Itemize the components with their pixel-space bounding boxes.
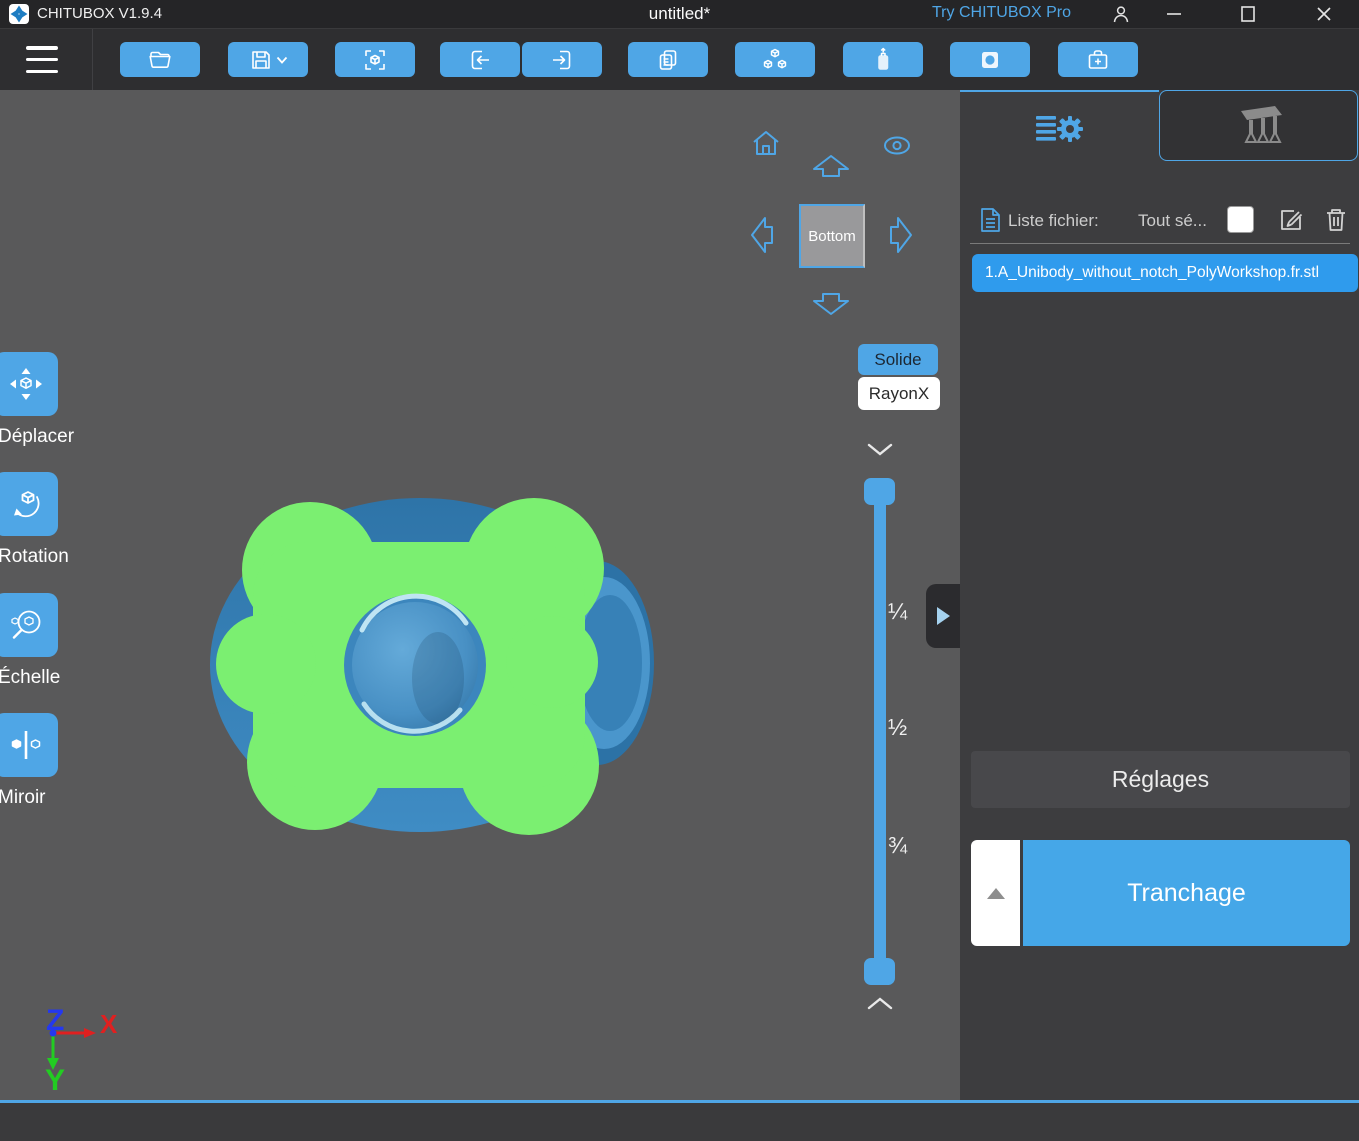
slice-expand-button[interactable] xyxy=(971,840,1020,946)
slice-expand-up-triangle-icon xyxy=(986,887,1005,899)
select-all-label: Tout sé... xyxy=(1138,211,1207,230)
axis-z-label: Z xyxy=(46,1004,64,1037)
rotate-icon xyxy=(7,485,45,523)
home-view-icon[interactable] xyxy=(751,130,781,156)
dig-hole-icon xyxy=(1085,47,1111,73)
capture-button[interactable] xyxy=(335,42,415,77)
slider-chevron-up-icon[interactable] xyxy=(866,996,894,1011)
capture-icon xyxy=(362,47,388,73)
rotate-up-arrow[interactable] xyxy=(812,154,850,178)
right-panel-tabs xyxy=(960,90,1359,165)
axis-gizmo: Z X Y xyxy=(45,1004,118,1097)
flyout-play-icon xyxy=(937,607,950,625)
dig-hole-button[interactable] xyxy=(1058,42,1138,77)
resin-bottle-icon xyxy=(870,47,896,73)
import-icon xyxy=(467,47,493,73)
move-tool-label: Déplacer xyxy=(0,426,75,447)
maximize-button[interactable] xyxy=(1234,0,1262,28)
rotate-tool-label: Rotation xyxy=(0,546,69,567)
slider-chevron-down-icon[interactable] xyxy=(866,442,894,457)
file-list-item[interactable]: 1.A_Unibody_without_notch_PolyWorkshop.f… xyxy=(972,254,1358,292)
scale-tool-label: Échelle xyxy=(0,667,61,688)
render-mode-solid-button[interactable]: Solide xyxy=(858,344,938,375)
mirror-tool-button[interactable] xyxy=(0,713,58,777)
auto-layout-button[interactable] xyxy=(735,42,815,77)
copy-icon xyxy=(655,47,681,73)
solid-mode-label: Solide xyxy=(874,349,922,369)
tab-slice-settings[interactable] xyxy=(960,90,1159,165)
hollow-icon xyxy=(977,47,1003,73)
arrange-cubes-icon xyxy=(761,47,789,73)
slider-mark-threequarter: ¾ xyxy=(888,832,908,858)
file-list-divider xyxy=(970,243,1350,244)
settings-button-label: Réglages xyxy=(1111,766,1210,792)
open-file-button[interactable] xyxy=(120,42,200,77)
mirror-tool-label: Miroir xyxy=(0,787,46,808)
open-folder-icon xyxy=(147,47,173,73)
toolbar-divider xyxy=(92,29,93,91)
account-icon[interactable] xyxy=(1108,0,1134,28)
rotate-tool-button[interactable] xyxy=(0,472,58,536)
delete-file-icon[interactable] xyxy=(1324,206,1348,233)
copy-button[interactable] xyxy=(628,42,708,77)
mirror-icon xyxy=(7,726,45,764)
rotate-down-arrow[interactable] xyxy=(812,292,850,316)
try-pro-link[interactable]: Try CHITUBOX Pro xyxy=(932,4,1071,22)
axis-x-label: X xyxy=(100,1009,118,1039)
titlebar: CHITUBOX V1.9.4 untitled* Try CHITUBOX P… xyxy=(0,0,1359,28)
scale-icon xyxy=(7,606,45,644)
right-panel: Liste fichier: Tout sé... 1.A_Unibody_wi… xyxy=(960,90,1359,1100)
settings-button[interactable]: Réglages xyxy=(971,751,1350,808)
hollow-button[interactable] xyxy=(950,42,1030,77)
view-visibility-icon[interactable] xyxy=(883,136,911,155)
axis-y-label: Y xyxy=(45,1064,65,1097)
close-button[interactable] xyxy=(1310,0,1338,28)
move-icon xyxy=(7,365,45,403)
tab-support[interactable] xyxy=(1159,90,1358,161)
xray-mode-label: RayonX xyxy=(868,383,930,403)
save-icon xyxy=(249,48,273,72)
support-icon xyxy=(1240,105,1282,143)
export-button[interactable] xyxy=(522,42,602,77)
rotate-right-arrow[interactable] xyxy=(889,216,913,254)
slice-button[interactable]: Tranchage xyxy=(1023,840,1350,946)
panel-flyout-handle[interactable] xyxy=(926,584,960,648)
save-dropdown-chevron-icon[interactable] xyxy=(276,55,288,65)
minimize-button[interactable] xyxy=(1160,0,1188,28)
slider-mark-half: ½ xyxy=(888,714,908,740)
move-tool-button[interactable] xyxy=(0,352,58,416)
slice-button-label: Tranchage xyxy=(1127,878,1246,907)
clip-slider-handle-top[interactable] xyxy=(864,478,895,505)
menu-button[interactable] xyxy=(26,46,58,73)
clip-slider-track[interactable] xyxy=(874,489,886,971)
viewport-3d[interactable]: Z X Y Déplacer Rotation Échelle Miroir B… xyxy=(0,90,960,1100)
file-list-header: Liste fichier: Tout sé... xyxy=(960,204,1359,242)
document-title: untitled* xyxy=(648,4,711,23)
toolbar xyxy=(0,28,1359,91)
settings-list-gear-icon xyxy=(1035,115,1083,142)
file-name: 1.A_Unibody_without_notch_PolyWorkshop.f… xyxy=(985,264,1320,281)
file-list-icon xyxy=(980,207,1001,233)
resin-button[interactable] xyxy=(843,42,923,77)
render-mode-xray-button[interactable]: RayonX xyxy=(858,377,940,410)
import-button[interactable] xyxy=(440,42,520,77)
view-cube[interactable]: Bottom xyxy=(799,204,865,268)
model-bottom-view[interactable] xyxy=(210,498,654,835)
status-bar xyxy=(0,1103,1359,1141)
slider-mark-quarter: ¼ xyxy=(888,598,908,624)
view-cube-face-label: Bottom xyxy=(808,227,856,245)
edit-file-icon[interactable] xyxy=(1278,207,1304,233)
file-list-label: Liste fichier: xyxy=(1008,211,1099,230)
export-icon xyxy=(549,47,575,73)
clip-slider-handle-bottom[interactable] xyxy=(864,958,895,985)
rotate-left-arrow[interactable] xyxy=(750,216,774,254)
select-all-checkbox[interactable] xyxy=(1227,206,1254,233)
save-button[interactable] xyxy=(228,42,308,77)
scale-tool-button[interactable] xyxy=(0,593,58,657)
